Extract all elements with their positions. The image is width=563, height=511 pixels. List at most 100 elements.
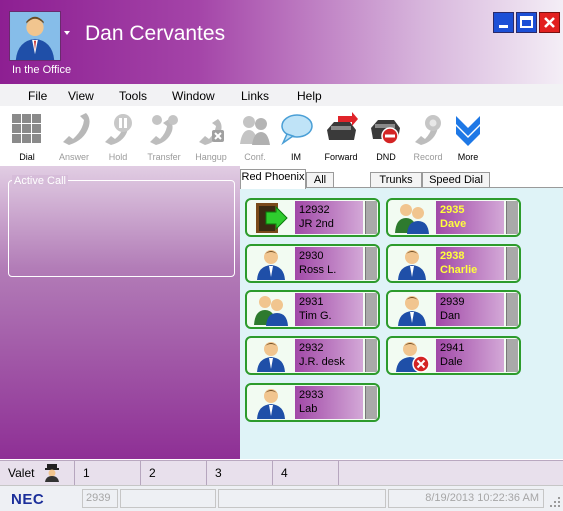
user-icon xyxy=(257,389,285,419)
extension-card[interactable]: 2931 Tim G. xyxy=(245,290,380,329)
extension-status-strip xyxy=(506,339,518,372)
valet-attendant-icon xyxy=(45,464,59,482)
conference-label: Conf. xyxy=(244,152,266,162)
hangup-label: Hangup xyxy=(195,152,227,162)
avatar-button[interactable] xyxy=(9,11,71,61)
menu-help[interactable]: Help xyxy=(297,89,322,103)
valet-button[interactable]: Valet xyxy=(0,461,75,486)
hold-button[interactable]: Hold xyxy=(98,108,138,164)
menu-file[interactable]: File xyxy=(28,89,47,103)
speech-bubble-icon xyxy=(281,114,313,146)
answer-label: Answer xyxy=(58,152,89,162)
status-datetime: 8/19/2013 10:22:36 AM xyxy=(388,489,544,508)
extension-name: Dan xyxy=(440,310,461,322)
extension-info: 2938 Charlie xyxy=(436,247,504,280)
close-button[interactable] xyxy=(539,12,560,33)
menu-links[interactable]: Links xyxy=(241,89,269,103)
extension-number: 2931 xyxy=(299,296,324,308)
extension-name: Lab xyxy=(299,403,318,415)
extension-info: 2939 Dan xyxy=(436,293,504,326)
toolbar: Dial Answer Hold Transfer Hangup Conf. I… xyxy=(0,106,563,166)
im-button[interactable]: IM xyxy=(276,108,316,164)
hangup-button[interactable]: Hangup xyxy=(189,108,233,164)
transfer-icon xyxy=(150,115,178,145)
record-button[interactable]: Record xyxy=(408,108,448,164)
chevron-double-down-icon xyxy=(456,116,480,146)
menu-view[interactable]: View xyxy=(68,89,94,103)
user-icon xyxy=(398,250,426,280)
extension-number: 2933 xyxy=(299,389,324,401)
valet-slot[interactable]: 1 xyxy=(75,461,141,486)
extension-info: 2935 Dave xyxy=(436,201,504,234)
extension-status-strip xyxy=(506,201,518,234)
user-icon xyxy=(257,250,285,280)
group-users-icon xyxy=(254,296,288,326)
extension-card[interactable]: 2932 J.R. desk xyxy=(245,336,380,375)
valet-bar: Valet 1 2 3 4 xyxy=(0,460,563,486)
record-label: Record xyxy=(413,152,443,162)
active-call-label: Active Call xyxy=(12,175,68,187)
dial-button[interactable]: Dial xyxy=(8,108,46,164)
tab-trunks[interactable]: Trunks xyxy=(370,172,422,188)
dial-label: Dial xyxy=(19,152,35,162)
extension-card[interactable]: 2935 Dave xyxy=(386,198,521,237)
transfer-label: Transfer xyxy=(147,152,181,162)
extension-number: 2941 xyxy=(440,342,465,354)
transfer-button[interactable]: Transfer xyxy=(141,108,187,164)
valet-slot[interactable]: 4 xyxy=(273,461,339,486)
extension-status-strip xyxy=(365,293,377,326)
more-label: More xyxy=(457,152,479,162)
tab-all[interactable]: All xyxy=(306,172,334,188)
title-bar: Dan Cervantes In the Office xyxy=(0,0,563,84)
conference-icon xyxy=(240,116,270,145)
maximize-button[interactable] xyxy=(516,12,537,33)
extension-name: Dale xyxy=(440,356,463,368)
menu-window[interactable]: Window xyxy=(172,89,215,103)
answer-button[interactable]: Answer xyxy=(54,108,94,164)
tab-red-phoenix[interactable]: Red Phoenix xyxy=(240,169,306,189)
extension-status-strip xyxy=(365,339,377,372)
active-call-box[interactable] xyxy=(8,180,235,277)
dnd-label: DND xyxy=(376,152,396,162)
hangup-icon xyxy=(199,119,224,145)
minimize-button[interactable] xyxy=(493,12,514,33)
valet-slot[interactable]: 2 xyxy=(141,461,207,486)
hold-icon xyxy=(105,114,132,145)
extension-info: 2931 Tim G. xyxy=(295,293,363,326)
extension-status-strip xyxy=(365,386,377,419)
record-icon xyxy=(415,115,441,145)
extension-name: J.R. desk xyxy=(299,356,345,368)
tab-speed-dial[interactable]: Speed Dial xyxy=(422,172,490,188)
extension-card[interactable]: 12932 JR 2nd xyxy=(245,198,380,237)
menu-tools[interactable]: Tools xyxy=(119,89,147,103)
extension-card[interactable]: 2930 Ross L. xyxy=(245,244,380,283)
menu-bar: File View Tools Window Links Help xyxy=(0,84,563,106)
minimize-icon xyxy=(499,25,508,28)
presence-status[interactable]: In the Office xyxy=(12,64,71,76)
status-field xyxy=(120,489,216,508)
chevron-down-icon xyxy=(64,31,70,35)
conference-button[interactable]: Conf. xyxy=(236,108,274,164)
user-avatar-icon xyxy=(9,11,61,61)
dnd-phone-icon xyxy=(371,120,400,145)
extension-number: 2930 xyxy=(299,250,324,262)
dnd-button[interactable]: DND xyxy=(366,108,406,164)
extension-name: Ross L. xyxy=(299,264,337,276)
extension-info: 2933 Lab xyxy=(295,386,363,419)
resize-grip-icon[interactable] xyxy=(549,496,561,508)
extension-number: 12932 xyxy=(299,204,330,216)
nec-logo: NEC xyxy=(11,491,45,508)
extension-card[interactable]: 2939 Dan xyxy=(386,290,521,329)
extension-info: 12932 JR 2nd xyxy=(295,201,363,234)
active-call-pane: Active Call xyxy=(0,166,240,459)
extension-name: Dave xyxy=(440,218,467,230)
group-users-icon xyxy=(395,204,429,234)
user-unavailable-icon xyxy=(396,342,430,372)
extension-card[interactable]: 2941 Dale xyxy=(386,336,521,375)
dialpad-icon xyxy=(12,114,41,143)
extension-card[interactable]: 2933 Lab xyxy=(245,383,380,422)
more-button[interactable]: More xyxy=(450,108,486,164)
forward-button[interactable]: Forward xyxy=(318,108,364,164)
valet-slot[interactable]: 3 xyxy=(207,461,273,486)
extension-card[interactable]: 2938 Charlie xyxy=(386,244,521,283)
